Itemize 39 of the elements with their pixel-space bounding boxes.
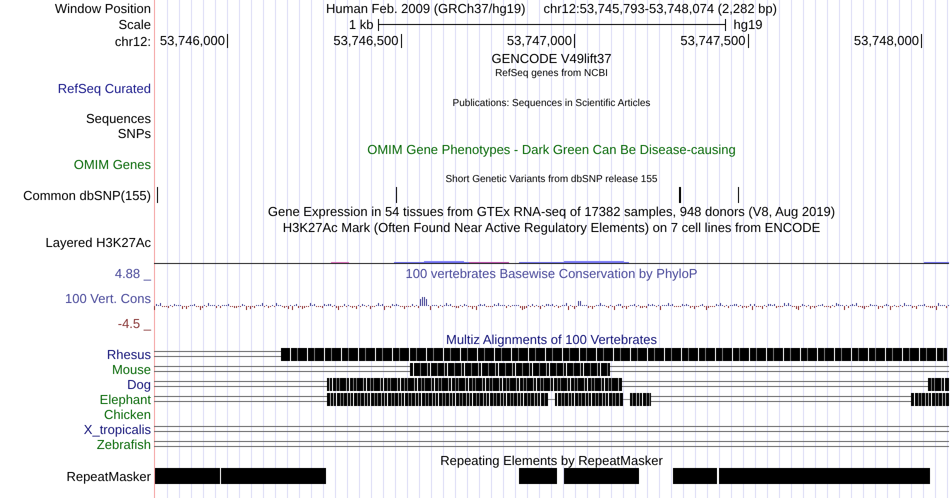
track-title: 100 vertebrates Basewise Conservation by PhyloP xyxy=(406,266,698,281)
track-label: RepeatMasker xyxy=(66,468,151,484)
row-label: Scale xyxy=(118,17,151,32)
track-title: Short Genetic Variants from dbSNP release 155 xyxy=(446,174,658,185)
scale-length: 1 kb xyxy=(348,17,374,32)
track-label: Dog xyxy=(127,377,151,392)
track-label: OMIM Genes xyxy=(74,157,151,172)
axis-value: 4.88 _ xyxy=(114,266,151,281)
track-label: X_tropicalis xyxy=(84,422,151,437)
track-label: Rhesus xyxy=(106,347,151,362)
track-label: Layered H3K27Ac xyxy=(45,235,151,250)
coordinate-tick: 53,747,000 xyxy=(506,34,575,48)
position-range: chr12:53,745,793-53,748,074 (2,282 bp) xyxy=(543,0,777,16)
axis-value: -4.5 _ xyxy=(118,316,151,331)
track-label: Zebrafish xyxy=(96,437,151,452)
coordinate-tick: 53,746,000 xyxy=(160,34,228,48)
coordinate-tick: 53,747,500 xyxy=(680,34,748,48)
track-label: Elephant xyxy=(100,392,151,407)
track-title: Gene Expression in 54 tissues from GTEx RNA-seq of 17382 samples, 948 donors (V8, Aug 2019) xyxy=(268,204,836,218)
coordinate-tick: 53,746,500 xyxy=(333,34,402,48)
track-title: RefSeq genes from NCBI xyxy=(495,68,608,79)
track-title: OMIM Gene Phenotypes - Dark Green Can Be Disease-causing xyxy=(367,142,736,156)
track-title: Multiz Alignments of 100 Vertebrates xyxy=(446,332,657,346)
track-label: Mouse xyxy=(112,362,151,377)
row-label: chr12: xyxy=(114,34,151,49)
track-label: Sequences xyxy=(86,111,151,126)
track-title: Publications: Sequences in Scientific Articles xyxy=(452,98,650,109)
assembly-label: hg19 xyxy=(734,17,762,32)
track-label: 100 Vert. Cons xyxy=(65,291,151,306)
coordinate-tick: 53,748,000 xyxy=(854,34,922,48)
track-label: Chicken xyxy=(104,407,151,422)
track-label: Common dbSNP(155) xyxy=(23,188,151,202)
row-label: Window Position xyxy=(54,0,151,16)
assembly-name: Human Feb. 2009 (GRCh37/hg19) xyxy=(326,0,526,16)
track-title: Repeating Elements by RepeatMasker xyxy=(440,452,663,468)
track-label: SNPs xyxy=(118,126,151,141)
track-label: RefSeq Curated xyxy=(58,81,151,96)
track-title: GENCODE V49lift37 xyxy=(492,50,612,66)
track-title: H3K27Ac Mark (Often Found Near Active Regulatory Elements) on 7 cell lines from ENCODE xyxy=(282,220,820,234)
